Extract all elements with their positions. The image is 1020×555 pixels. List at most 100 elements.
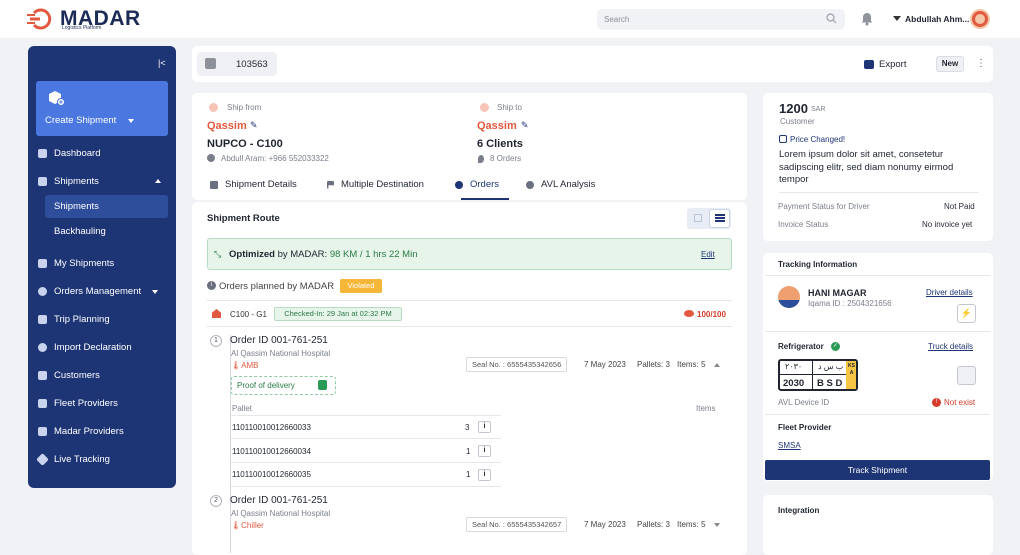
ship-to-city: Qassim bbox=[477, 120, 517, 132]
search-icon[interactable] bbox=[826, 13, 837, 24]
ship-from-contact: Abdull Aram: +966 552033322 bbox=[221, 154, 329, 163]
sidebar-item-dashboard[interactable]: Dashboard bbox=[38, 143, 100, 163]
order-type-label: AMB bbox=[241, 361, 259, 370]
info-icon[interactable]: i bbox=[478, 421, 491, 433]
bell-icon[interactable] bbox=[860, 11, 874, 26]
sidebar-item-orders-management[interactable]: Orders Management bbox=[38, 281, 141, 301]
sidebar-subitem-backhauling[interactable]: Backhauling bbox=[54, 226, 106, 237]
chevron-up-icon[interactable] bbox=[155, 179, 161, 183]
sidebar-item-label: Import Declaration bbox=[54, 341, 132, 353]
create-shipment-label: Create Shipment bbox=[45, 115, 117, 126]
export-button[interactable]: Export bbox=[864, 59, 906, 70]
price-currency: SAR bbox=[811, 106, 826, 113]
order-hospital: Al Qassim National Hospital bbox=[231, 509, 331, 518]
brand-subtitle: Logistics Platform bbox=[62, 25, 102, 31]
orders-planned-label: Orders planned by MADAR bbox=[219, 281, 335, 292]
seal-number: Seal No. : 6555435342656 bbox=[466, 357, 568, 372]
shipments-icon bbox=[38, 176, 47, 186]
chevron-down-icon[interactable] bbox=[128, 119, 134, 123]
eye-icon bbox=[684, 310, 694, 317]
driver-card-icon[interactable]: ⚡ bbox=[957, 304, 976, 323]
pin-icon bbox=[478, 155, 484, 163]
fleet-provider-label: Fleet Provider bbox=[778, 423, 832, 432]
divider bbox=[207, 300, 732, 301]
order-id: Order ID 001-761-251 bbox=[230, 335, 328, 346]
info-icon[interactable]: i bbox=[478, 445, 491, 457]
location-icon bbox=[480, 103, 489, 112]
edit-icon[interactable]: ✎ bbox=[250, 120, 258, 131]
sidebar-item-label: Customers bbox=[54, 369, 100, 381]
info-icon: i bbox=[207, 281, 216, 290]
integration-title: Integration bbox=[778, 506, 820, 515]
orders-icon bbox=[38, 286, 47, 296]
ship-from-name: NUPCO - C100 bbox=[207, 138, 283, 150]
sidebar-item-madar-providers[interactable]: Madar Providers bbox=[38, 421, 124, 441]
pallet-column-header: Pallet bbox=[232, 404, 253, 413]
truck-details-link[interactable]: Truck details bbox=[928, 342, 973, 351]
dashboard-icon bbox=[38, 148, 47, 158]
sidebar-subitem-shipments[interactable]: Shipments bbox=[54, 201, 99, 212]
checked-in-badge: Checked-In: 29 Jan at 02:32 PM bbox=[274, 307, 402, 321]
status-badge[interactable]: New bbox=[936, 56, 964, 72]
sidebar-item-trip-planning[interactable]: Trip Planning bbox=[38, 309, 110, 329]
integration-card bbox=[763, 495, 993, 555]
collapse-sidebar-icon[interactable]: |< bbox=[158, 58, 166, 68]
sidebar-item-fleet-providers[interactable]: Fleet Providers bbox=[38, 393, 118, 413]
edit-route-link[interactable]: Edit bbox=[701, 250, 715, 259]
tab-label: Orders bbox=[470, 179, 500, 190]
search-input[interactable]: Search bbox=[597, 9, 845, 30]
active-tab-indicator bbox=[461, 198, 509, 200]
vehicle-type: Refrigerator bbox=[778, 342, 824, 351]
tab-label: Multiple Destination bbox=[341, 179, 424, 190]
order-type-label: Chiller bbox=[241, 521, 264, 530]
ship-to-label: Ship to bbox=[497, 103, 522, 112]
divider bbox=[765, 275, 990, 276]
driver-name: HANI MAGAR bbox=[808, 288, 867, 298]
divider bbox=[231, 415, 501, 416]
truck-icon bbox=[38, 426, 47, 436]
tab-multiple-destination[interactable]: Multiple Destination bbox=[327, 179, 424, 190]
sidebar-item-my-shipments[interactable]: My Shipments bbox=[38, 253, 114, 273]
sidebar-item-live-tracking[interactable]: Live Tracking bbox=[36, 449, 110, 469]
sidebar-item-customers[interactable]: Customers bbox=[38, 365, 100, 385]
invoice-status-value: No invoice yet bbox=[922, 220, 973, 229]
grid-view-icon[interactable] bbox=[694, 214, 702, 222]
driver-avatar bbox=[778, 286, 800, 308]
chevron-down-icon[interactable] bbox=[714, 523, 720, 527]
order-date: 7 May 2023 bbox=[584, 360, 626, 369]
tracking-title: Tracking Information bbox=[778, 260, 858, 269]
stop-score: 100/100 bbox=[697, 310, 726, 319]
tab-avl-analysis[interactable]: AVL Analysis bbox=[526, 179, 595, 190]
divider bbox=[231, 486, 501, 487]
avatar[interactable] bbox=[970, 9, 990, 29]
plate-arabic-letters: ب س د bbox=[818, 362, 844, 371]
fleet-provider-link[interactable]: SMSA bbox=[778, 441, 801, 450]
edit-icon[interactable]: ✎ bbox=[521, 120, 529, 131]
info-icon[interactable]: i bbox=[478, 469, 491, 481]
tab-shipment-details[interactable]: Shipment Details bbox=[210, 179, 297, 190]
user-name[interactable]: Abdullah Ahm... bbox=[905, 14, 969, 24]
box-icon bbox=[38, 258, 47, 268]
route-title: Shipment Route bbox=[207, 213, 280, 224]
sidebar-item-label: Trip Planning bbox=[54, 313, 110, 325]
pallet-count: 1 bbox=[466, 470, 471, 479]
chevron-down-icon[interactable] bbox=[893, 16, 901, 21]
plate-ksa: KSA bbox=[848, 363, 855, 376]
track-shipment-button[interactable]: Track Shipment bbox=[765, 460, 990, 480]
chevron-up-icon[interactable] bbox=[714, 363, 720, 367]
more-icon[interactable]: ⋮ bbox=[976, 58, 986, 69]
order-hospital: Al Qassim National Hospital bbox=[231, 349, 331, 358]
pallet-id: 110110010012660033 bbox=[232, 423, 311, 432]
driver-details-link[interactable]: Driver details bbox=[926, 288, 973, 297]
check-icon: ✓ bbox=[831, 342, 840, 351]
order-items: Items: 5 bbox=[677, 360, 706, 369]
sidebar-item-import-declaration[interactable]: Import Declaration bbox=[38, 337, 132, 357]
document-icon[interactable] bbox=[318, 380, 327, 390]
truck-image-icon[interactable] bbox=[957, 366, 976, 385]
chevron-down-icon[interactable] bbox=[152, 290, 158, 294]
sidebar-item-label: Madar Providers bbox=[54, 425, 124, 437]
tab-orders[interactable]: Orders bbox=[455, 179, 499, 190]
price-changed: Price Changed! bbox=[790, 135, 846, 144]
sidebar-item-shipments[interactable]: Shipments bbox=[38, 171, 99, 191]
divider bbox=[765, 414, 990, 415]
